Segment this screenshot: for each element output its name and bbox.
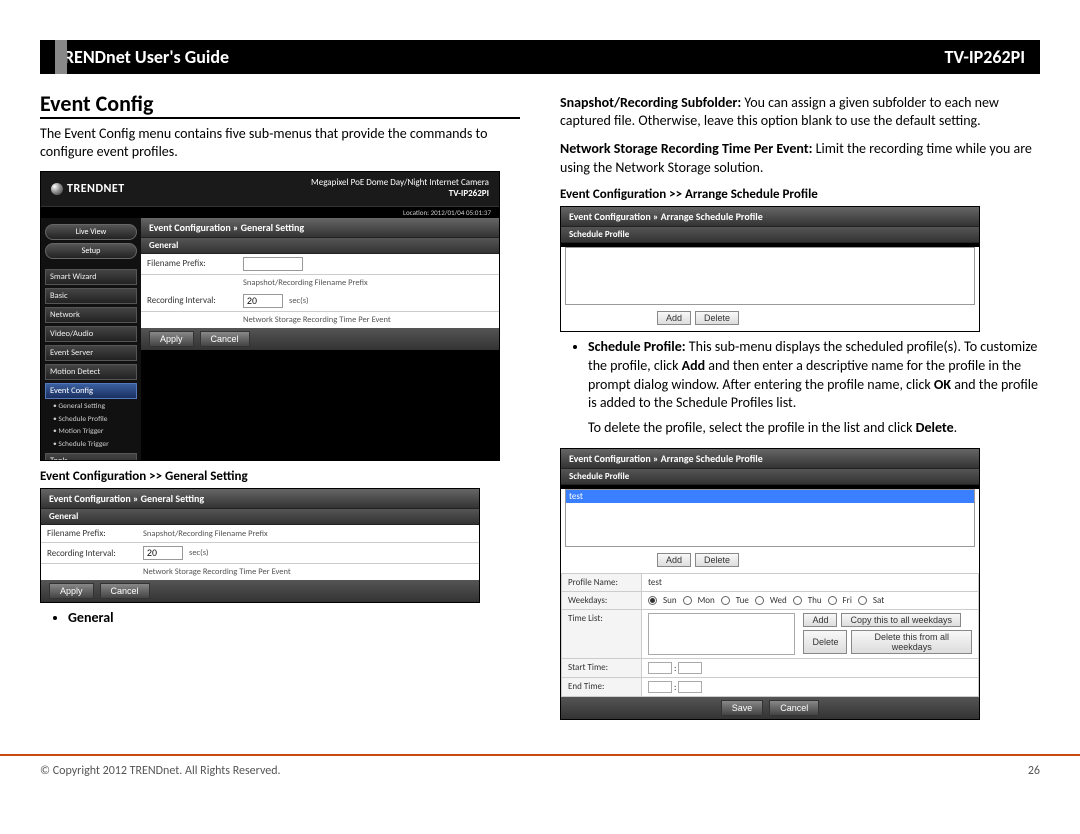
apply-button[interactable]: Apply <box>149 331 194 347</box>
cancel-button-3[interactable]: Cancel <box>769 700 819 716</box>
delete-profile-button[interactable]: Delete <box>695 311 739 325</box>
end-time-label: End Time: <box>562 677 642 696</box>
save-button[interactable]: Save <box>721 700 764 716</box>
start-time-label: Start Time: <box>562 658 642 677</box>
location-label: Location: 2012/01/04 05:01:37 <box>41 207 499 218</box>
nav-event-server[interactable]: Event Server <box>45 345 137 361</box>
apply-button-2[interactable]: Apply <box>49 583 94 599</box>
page-number: 26 <box>1028 764 1040 778</box>
profile-name-label: Profile Name: <box>562 573 642 591</box>
camera-model-label: Megapixel PoE Dome Day/Night Internet Ca… <box>311 178 489 200</box>
radio-tue[interactable] <box>721 596 730 605</box>
panel-sec-general: General <box>141 237 499 254</box>
radio-mon[interactable] <box>683 596 692 605</box>
profile-name-value: test <box>648 577 662 588</box>
time-delete-button[interactable]: Delete <box>803 630 847 654</box>
p-subfolder: Snapshot/Recording Subfolder: You can as… <box>560 94 1040 130</box>
intro-text: The Event Config menu contains five sub-… <box>40 125 520 161</box>
nav-setup[interactable]: Setup <box>45 243 137 259</box>
radio-sun[interactable] <box>648 596 657 605</box>
footer-copyright: © Copyright 2012 TRENDnet. All Rights Re… <box>40 764 281 778</box>
nav-tools[interactable]: Tools <box>45 453 137 461</box>
start-mm-input[interactable] <box>678 662 702 674</box>
timelist-box[interactable] <box>648 613 795 655</box>
radio-thu[interactable] <box>793 596 802 605</box>
subhead-arrange-schedule: Event Configuration >> Arrange Schedule … <box>560 187 1040 202</box>
delete-profile-button-2[interactable]: Delete <box>695 553 739 567</box>
schedule-listbox[interactable]: test <box>565 489 975 547</box>
add-profile-button[interactable]: Add <box>657 311 691 325</box>
panel-title: Event Configuration » General Setting <box>141 218 499 237</box>
radio-sat[interactable] <box>858 596 867 605</box>
sidebar-nav: Live View Setup Smart Wizard Basic Netwo… <box>41 218 141 461</box>
cancel-button-2[interactable]: Cancel <box>100 583 150 599</box>
nav-sub-general[interactable]: • General Setting <box>45 402 137 412</box>
doc-title-left: TRENDnet User's Guide <box>55 46 229 68</box>
brand-logo: TRENDNET <box>51 182 125 196</box>
nav-live-view[interactable]: Live View <box>45 224 137 240</box>
section-title: Event Config <box>40 90 520 119</box>
nav-event-config[interactable]: Event Config <box>45 383 137 399</box>
filename-prefix-input[interactable] <box>243 257 303 271</box>
recording-interval-input[interactable] <box>243 294 283 308</box>
bullet-schedule-profile: Schedule Profile: This sub-menu displays… <box>588 338 1040 414</box>
logo-icon <box>51 183 63 195</box>
footer-divider <box>0 754 1080 756</box>
end-hh-input[interactable] <box>648 681 672 693</box>
filename-prefix-hint: Snapshot/Recording Filename Prefix <box>243 278 368 288</box>
recording-interval-hint: Network Storage Recording Time Per Event <box>243 315 391 325</box>
nav-smart-wizard[interactable]: Smart Wizard <box>45 269 137 285</box>
nav-sub-motion[interactable]: • Motion Trigger <box>45 427 137 437</box>
screenshot-general-panel: Event Configuration » General Setting Ge… <box>40 488 480 603</box>
nav-network[interactable]: Network <box>45 307 137 323</box>
nav-sub-schedule[interactable]: • Schedule Profile <box>45 415 137 425</box>
nav-video-audio[interactable]: Video/Audio <box>45 326 137 342</box>
weekdays-row: Sun Mon Tue Wed Thu Fri Sat <box>648 595 972 606</box>
start-hh-input[interactable] <box>648 662 672 674</box>
doc-header: TRENDnet User's Guide TV-IP262PI <box>40 40 1040 74</box>
p-nsrt: Network Storage Recording Time Per Event… <box>560 140 1040 176</box>
schedule-listbox-empty[interactable] <box>565 247 975 305</box>
nav-sub-sched-trigger[interactable]: • Schedule Trigger <box>45 440 137 450</box>
nav-basic[interactable]: Basic <box>45 288 137 304</box>
screenshot-main-ui: TRENDNET Megapixel PoE Dome Day/Night In… <box>40 171 500 461</box>
subhead-general-setting: Event Configuration >> General Setting <box>40 469 520 484</box>
copy-all-button[interactable]: Copy this to all weekdays <box>841 613 961 627</box>
doc-title-right: TV-IP262PI <box>945 46 1025 68</box>
nav-motion-detect[interactable]: Motion Detect <box>45 364 137 380</box>
bullet-general: General <box>68 609 114 626</box>
end-mm-input[interactable] <box>678 681 702 693</box>
screenshot-schedule-detail: Event Configuration » Arrange Schedule P… <box>560 448 980 720</box>
filename-prefix-label: Filename Prefix: <box>147 258 237 269</box>
recording-interval-input-2[interactable] <box>143 546 183 560</box>
add-profile-button-2[interactable]: Add <box>657 553 691 567</box>
list-item[interactable]: test <box>566 490 974 503</box>
radio-fri[interactable] <box>828 596 837 605</box>
timelist-label: Time List: <box>562 609 642 658</box>
p-delete-profile: To delete the profile, select the profil… <box>588 419 1040 437</box>
weekdays-label: Weekdays: <box>562 591 642 609</box>
recording-interval-label: Recording Interval: <box>147 295 237 306</box>
screenshot-schedule-empty: Event Configuration » Arrange Schedule P… <box>560 206 980 332</box>
radio-wed[interactable] <box>755 596 764 605</box>
time-add-button[interactable]: Add <box>803 613 837 627</box>
delete-all-button[interactable]: Delete this from all weekdays <box>851 630 972 654</box>
cancel-button[interactable]: Cancel <box>200 331 250 347</box>
